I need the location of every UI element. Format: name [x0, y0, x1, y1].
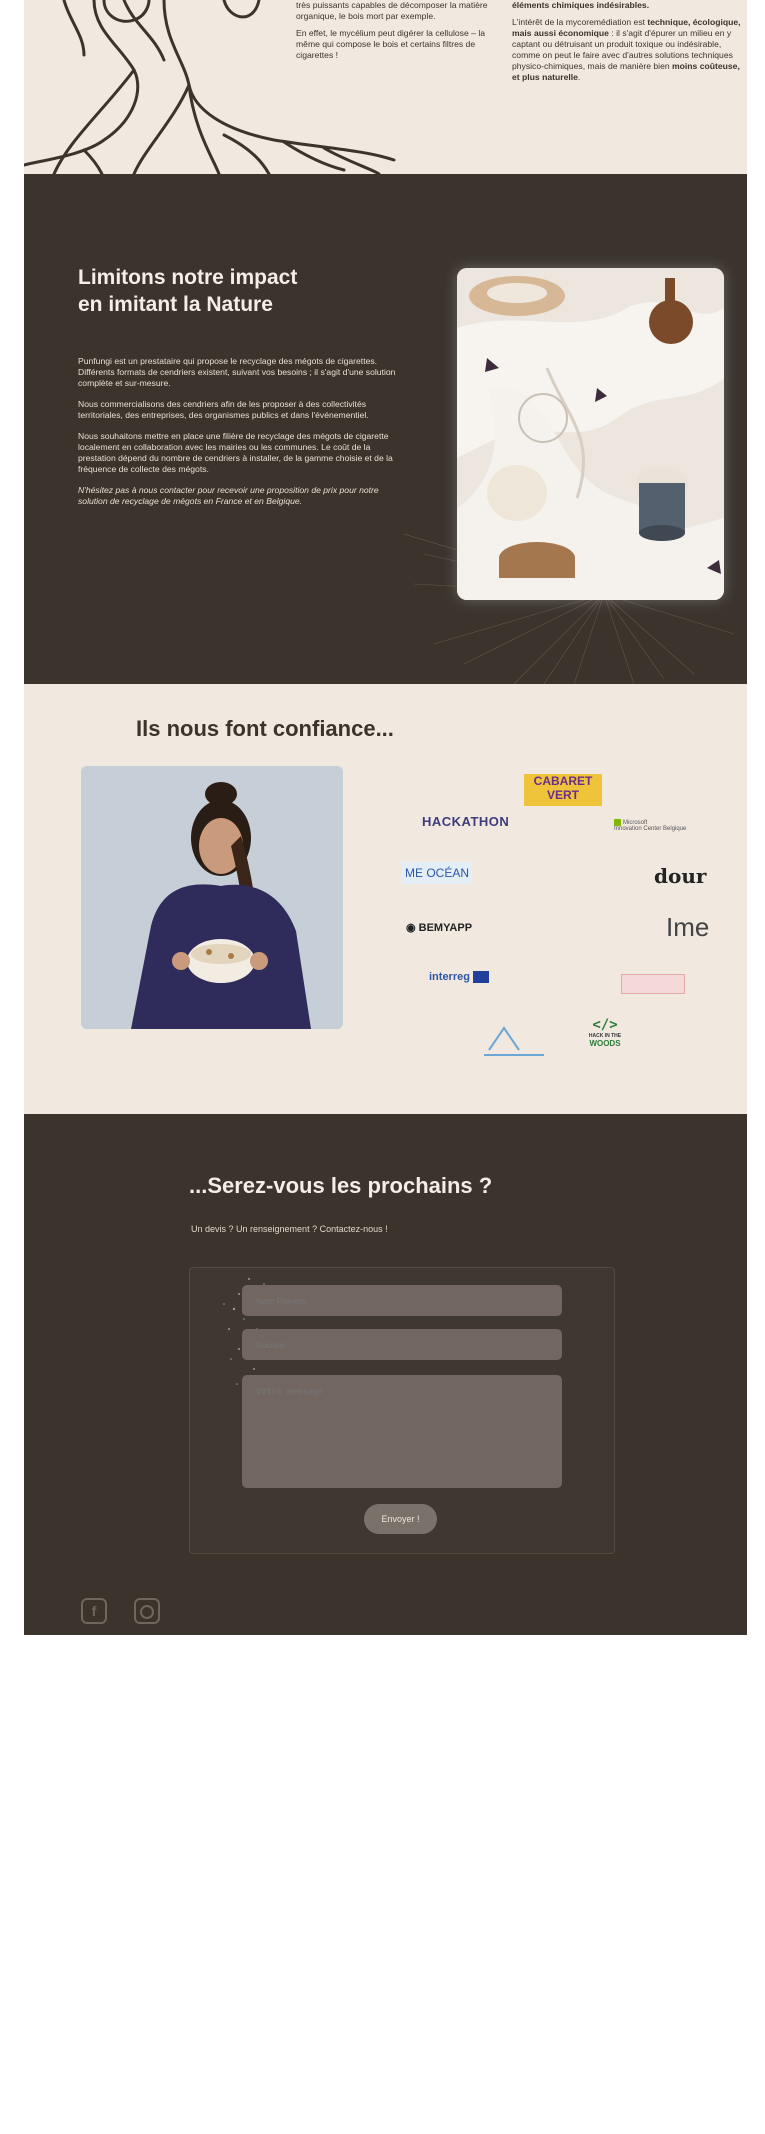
founder-photo — [81, 766, 343, 1029]
intro-text: L'intérêt de la mycoremédiation est tech… — [512, 17, 741, 82]
contact-section: ...Serez-vous les prochains ? Un devis ?… — [24, 1114, 747, 1635]
intro-text: très puissants capables de décomposer la… — [296, 0, 488, 21]
impact-section: Limitons notre impact en imitant la Natur… — [24, 174, 747, 684]
mycoremediation-section: très puissants capables de décomposer la… — [24, 0, 747, 174]
impact-paragraph: N'hésitez pas à nous contacter pour rece… — [78, 485, 379, 506]
logo-hackathon: HACKATHON — [422, 814, 510, 829]
impact-text: Punfungi est un prestataire qui propose … — [78, 356, 398, 517]
instagram-icon — [140, 1605, 154, 1620]
send-button[interactable]: Envoyer ! — [364, 1504, 437, 1534]
ashtray-product-photo — [457, 268, 724, 600]
facebook-link[interactable]: f — [81, 1598, 107, 1624]
page: très puissants capables de décomposer la… — [24, 0, 747, 1635]
intro-column-right: éléments chimiques indésirables. L'intér… — [512, 0, 744, 89]
logo-interreg: interreg — [429, 971, 490, 984]
logo-microsoft: Microsoft Innovation Center Belgique — [614, 819, 687, 833]
founder-illustration — [81, 766, 343, 1029]
impact-paragraph: Punfungi est un prestataire qui propose … — [78, 356, 396, 388]
facebook-icon: f — [91, 1603, 97, 1619]
intro-column-left: très puissants capables de décomposer la… — [296, 0, 506, 67]
logo-pink-partner — [621, 974, 685, 994]
contact-subtitle: Un devis ? Un renseignement ? Contactez-… — [191, 1224, 388, 1234]
logo-ime: Ime — [666, 912, 710, 942]
partners-section: Ils nous font confiance... CABARET VERT … — [24, 684, 747, 1114]
impact-paragraph: Nous souhaitons mettre en place une fili… — [78, 431, 393, 474]
logo-bemyapp: ◉ BEMYAPP — [406, 922, 473, 934]
partners-title: Ils nous font confiance... — [136, 716, 394, 741]
triangle-logo-icon — [488, 1026, 520, 1051]
instagram-link[interactable] — [134, 1598, 160, 1624]
code-icon: </> — [592, 1017, 618, 1033]
product-illustration — [457, 268, 724, 600]
message-textarea[interactable] — [242, 1375, 562, 1488]
company-input[interactable] — [242, 1329, 562, 1360]
logo-cabaret-vert: CABARET VERT — [524, 774, 602, 806]
intro-text: éléments chimiques indésirables. — [512, 0, 650, 10]
logo-dour: dour — [654, 864, 707, 888]
impact-paragraph: Nous commercialisons des cendriers afin … — [78, 399, 369, 420]
contact-title: ...Serez-vous les prochains ? — [189, 1173, 493, 1198]
logo-me-ocean: ME OCÉAN — [402, 862, 473, 884]
logo-hack-in-the-woods: </> HACK IN THE WOODS — [576, 1017, 634, 1048]
logo-blue-partner — [484, 1020, 544, 1056]
impact-title: Limitons notre impact en imitant la Natur… — [78, 266, 298, 316]
intro-text: En effet, le mycélium peut digérer la ce… — [296, 28, 486, 60]
name-input[interactable] — [242, 1285, 562, 1316]
